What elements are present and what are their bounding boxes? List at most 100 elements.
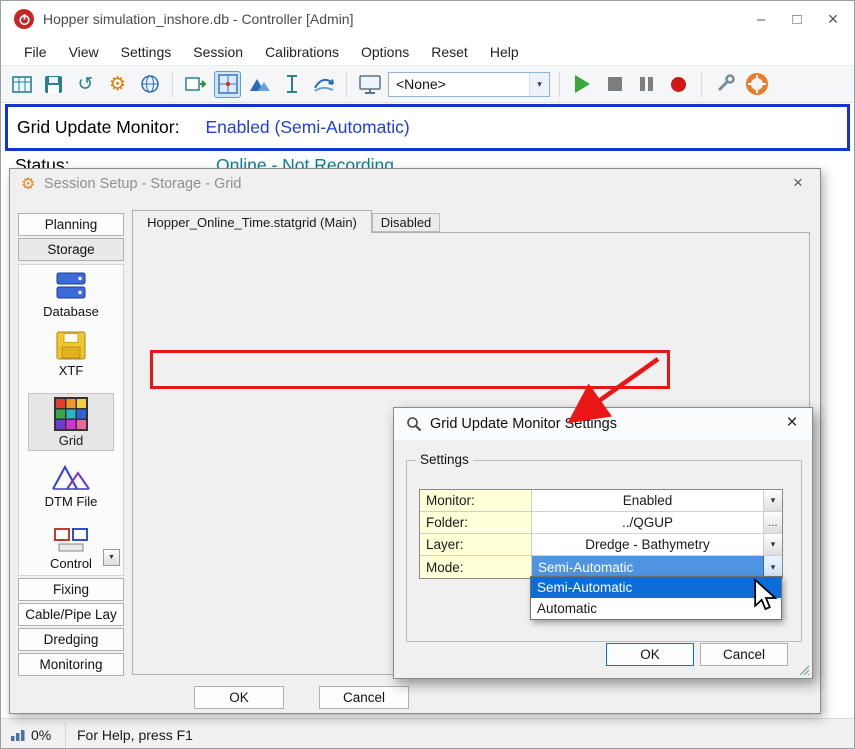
pause-button[interactable] [633,71,660,98]
sidebar-button-cable-pipe-lay[interactable]: Cable/Pipe Lay [18,603,124,626]
menu-file[interactable]: File [13,41,58,63]
export-window-icon[interactable] [182,71,209,98]
grid-table-icon[interactable] [8,71,35,98]
life-ring-help-icon[interactable] [743,71,770,98]
menu-options[interactable]: Options [350,41,420,63]
session-cancel-button[interactable]: Cancel [319,686,409,709]
progress-bars-icon [10,728,26,742]
monitor-dropdown-button[interactable]: ▾ [764,490,782,511]
sidebar-item-label: DTM File [45,494,98,509]
grid-target-icon-selected[interactable] [214,71,241,98]
monitor-value[interactable]: Enabled [532,490,764,511]
grid-color-icon [54,397,88,431]
menu-settings[interactable]: Settings [110,41,183,63]
play-button[interactable] [569,71,596,98]
folder-browse-button[interactable]: ... [764,512,782,533]
sidebar-item-xtf[interactable]: XTF [19,331,123,378]
device-selector-value: <None> [389,76,529,92]
toolbar-separator [346,72,347,97]
magnifier-icon [406,416,422,432]
mode-combo-value[interactable]: Semi-Automatic [532,556,764,578]
table-row: Folder: ../QGUP ... [420,512,782,534]
app-window: Hopper simulation_inshore.db - Controlle… [0,0,855,749]
record-button[interactable] [665,71,692,98]
red-annotation-arrow [546,353,671,433]
monitor-dialog-close-icon[interactable]: × [780,412,804,434]
session-ok-button[interactable]: OK [194,686,284,709]
statusbar-separator [65,723,66,747]
chevron-down-icon[interactable]: ▾ [529,73,549,96]
session-dialog-close-icon[interactable]: × [786,173,810,193]
monitor-cancel-button[interactable]: Cancel [700,643,788,666]
mode-dropdown-list: Semi-Automatic Automatic [530,576,782,620]
probe-tool-icon[interactable] [711,71,738,98]
sidebar-item-label: XTF [59,363,84,378]
monitor-ok-button[interactable]: OK [606,643,694,666]
menu-session[interactable]: Session [182,41,254,63]
xtf-floppy-icon [56,331,86,360]
table-row: Mode: Semi-Automatic ▾ [420,556,782,578]
maximize-button[interactable]: □ [786,8,808,30]
grid-update-monitor-banner: Grid Update Monitor: Enabled (Semi-Autom… [5,104,850,151]
profile-ibeam-icon[interactable] [278,71,305,98]
resize-grip-icon[interactable] [798,664,810,676]
sidebar-item-database[interactable]: Database [19,271,123,319]
dropdown-option-semi-automatic[interactable]: Semi-Automatic [531,577,781,598]
settings-table: Monitor: Enabled ▾ Folder: ../QGUP ... L… [419,489,783,579]
folder-label: Folder: [420,512,532,533]
sidebar-button-monitoring[interactable]: Monitoring [18,653,124,676]
monitor-display-icon[interactable] [356,71,383,98]
monitor-label: Monitor: [420,490,532,511]
close-button[interactable]: × [822,8,844,30]
titlebar: Hopper simulation_inshore.db - Controlle… [1,1,854,38]
gears-settings-icon[interactable]: ⚙ [104,71,131,98]
mountains-dtm-icon[interactable] [246,71,273,98]
session-dialog-title: Session Setup - Storage - Grid [44,176,241,192]
sidebar-item-label: Grid [59,433,84,448]
sidebar-button-planning[interactable]: Planning [18,213,124,236]
sidebar-more-dropdown-button[interactable]: ▼ [103,549,120,566]
gear-icon: ⚙ [21,174,35,194]
banner-label: Grid Update Monitor: [17,117,179,138]
folder-value[interactable]: ../QGUP [532,512,764,533]
device-selector-combo[interactable]: <None> ▾ [388,72,550,97]
sidebar-item-dtm-file[interactable]: DTM File [19,461,123,509]
table-row: Layer: Dredge - Bathymetry ▾ [420,534,782,556]
power-app-icon [14,9,34,29]
window-title: Hopper simulation_inshore.db - Controlle… [43,11,353,27]
sidebar-button-storage[interactable]: Storage [18,238,124,261]
toolbar-separator [172,72,173,97]
grid-update-monitor-dialog: Grid Update Monitor Settings × Settings … [393,407,813,679]
banner-value: Enabled (Semi-Automatic) [205,117,409,138]
sidebar-item-grid-selected[interactable]: Grid [28,393,114,451]
table-row: Monitor: Enabled ▾ [420,490,782,512]
storage-icon-panel: Database XTF Grid DTM File Control ▼ [18,264,124,576]
sidebar-button-fixing[interactable]: Fixing [18,578,124,601]
menu-reset[interactable]: Reset [420,41,479,63]
toolbar-separator [701,72,702,97]
mode-label: Mode: [420,556,532,578]
sidebar-item-label: Control [50,556,92,571]
progress-percent: 0% [31,727,51,743]
statusbar-help-text: For Help, press F1 [77,727,193,743]
mode-dropdown-button[interactable]: ▾ [764,556,782,578]
undo-icon[interactable]: ↺ [72,71,99,98]
minimize-button[interactable]: – [750,8,772,30]
menu-help[interactable]: Help [479,41,530,63]
save-icon[interactable] [40,71,67,98]
menu-view[interactable]: View [58,41,110,63]
tab-statgrid-main[interactable]: Hopper_Online_Time.statgrid (Main) [132,210,372,233]
layer-value[interactable]: Dredge - Bathymetry [532,534,764,555]
layer-dropdown-button[interactable]: ▾ [764,534,782,555]
sidebar-button-dredging[interactable]: Dredging [18,628,124,651]
control-windows-icon [53,527,89,553]
tab-disabled[interactable]: Disabled [372,213,440,232]
sidebar-item-label: Database [43,304,99,319]
stop-button[interactable] [601,71,628,98]
flow-arrows-icon[interactable] [310,71,337,98]
dropdown-option-automatic[interactable]: Automatic [531,598,781,619]
toolbar: ↺ ⚙ <None> ▾ [1,65,854,103]
menu-calibrations[interactable]: Calibrations [254,41,350,63]
globe-icon[interactable] [136,71,163,98]
settings-group-title: Settings [416,452,473,467]
